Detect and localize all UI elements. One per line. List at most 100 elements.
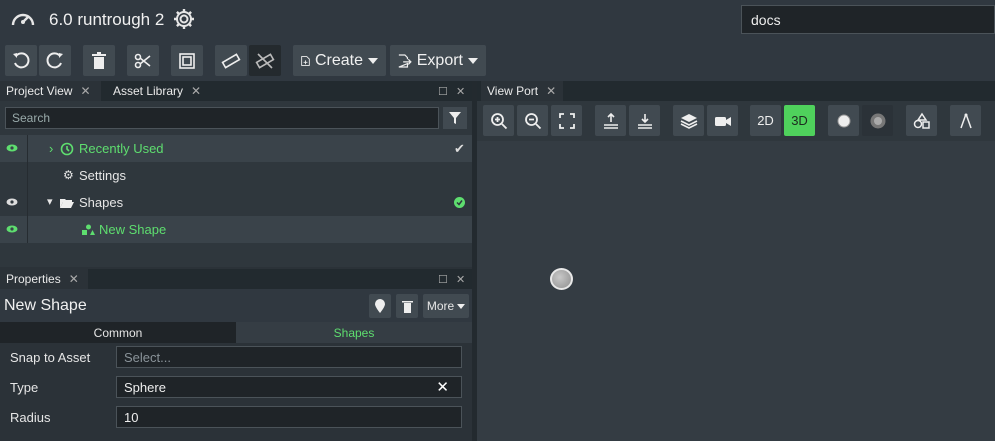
tab-properties[interactable]: Properties ✕: [0, 269, 88, 289]
close-icon[interactable]: ✕: [191, 84, 201, 98]
maximize-icon[interactable]: ☐: [438, 273, 448, 286]
project-panel-tabs: Project View ✕ Asset Library ✕ ☐ ✕: [0, 81, 472, 101]
measure-button[interactable]: [950, 105, 981, 136]
tab-shapes[interactable]: Shapes: [236, 322, 472, 343]
close-icon[interactable]: ✕: [456, 273, 465, 286]
zoom-in-button[interactable]: [483, 105, 514, 136]
ruler-off-button[interactable]: [249, 45, 281, 76]
maximize-icon[interactable]: ☐: [438, 85, 448, 98]
top-bar: 6.0 runtrough 2 docs: [0, 0, 995, 38]
close-icon[interactable]: ✕: [546, 84, 556, 98]
zoom-in-icon: [490, 112, 507, 129]
tab-project-view[interactable]: Project View ✕: [0, 81, 101, 101]
download-icon: [637, 113, 652, 129]
gauge-icon: [11, 13, 35, 26]
tree-item-label: Recently Used: [79, 141, 164, 156]
export-icon: [398, 53, 412, 68]
close-icon[interactable]: ✕: [69, 272, 79, 286]
history-icon: [60, 142, 74, 156]
filter-icon: [449, 112, 461, 124]
check-icon: ✔: [454, 141, 465, 156]
tree-item-shapes[interactable]: ▾ Shapes: [0, 189, 472, 216]
eye-icon[interactable]: [6, 197, 18, 207]
type-label: Type: [10, 380, 39, 395]
chevron-right-icon[interactable]: ›: [49, 141, 53, 156]
tree-item-recently-used[interactable]: › Recently Used ✔: [0, 135, 472, 162]
trash-icon: [401, 300, 413, 313]
undo-button[interactable]: [5, 45, 37, 76]
frame-icon: [179, 52, 195, 69]
properties-panel-tabs: Properties ✕ ☐ ✕: [0, 269, 472, 289]
gear-icon: ⚙: [63, 168, 74, 182]
delete-shape-button[interactable]: [396, 294, 418, 318]
radius-input[interactable]: 10: [116, 406, 462, 428]
filter-button[interactable]: [443, 107, 467, 129]
ruler-button[interactable]: [215, 45, 247, 76]
pin-button[interactable]: [369, 294, 391, 318]
scissors-icon: [134, 53, 151, 68]
tab-view-port[interactable]: View Port ✕: [481, 81, 563, 101]
tree-item-label: Shapes: [79, 195, 124, 210]
delete-button[interactable]: [83, 45, 115, 76]
fit-view-button[interactable]: [551, 105, 582, 136]
viewport-canvas[interactable]: [477, 141, 995, 441]
close-icon[interactable]: ✕: [456, 85, 465, 98]
tree-item-settings[interactable]: ⚙ Settings: [0, 162, 472, 189]
mode-2d-button[interactable]: 2D: [750, 105, 781, 136]
tab-label: View Port: [487, 84, 539, 98]
close-icon[interactable]: ✕: [80, 84, 90, 98]
undo-icon: [13, 51, 30, 68]
raise-button[interactable]: [595, 105, 626, 136]
tab-label: Properties: [6, 272, 61, 286]
lower-button[interactable]: [629, 105, 660, 136]
type-select[interactable]: Sphere ✕: [116, 376, 462, 398]
tree-item-label: Settings: [79, 168, 126, 183]
eye-icon[interactable]: [6, 224, 18, 234]
compass-icon: [959, 113, 972, 128]
project-search-input[interactable]: Search: [5, 107, 439, 129]
properties-subtabs: Common Shapes: [0, 322, 472, 343]
material-solid-button[interactable]: [828, 105, 859, 136]
camera-button[interactable]: [707, 105, 738, 136]
chevron-down-icon: [457, 303, 466, 309]
map-pin-icon: [375, 299, 385, 313]
gear-icon[interactable]: [172, 7, 196, 31]
global-search-input[interactable]: docs: [741, 5, 995, 34]
create-label: Create: [314, 51, 363, 69]
mode-3d-button[interactable]: 3D: [784, 105, 815, 136]
eye-icon[interactable]: [6, 143, 18, 153]
shapes-button[interactable]: [906, 105, 937, 136]
file-plus-icon: [301, 55, 310, 66]
tree-item-new-shape[interactable]: New Shape: [0, 216, 472, 243]
material-textured-button[interactable]: [862, 105, 893, 136]
properties-header: New Shape More: [0, 289, 472, 322]
redo-button[interactable]: [39, 45, 71, 76]
tab-common[interactable]: Common: [0, 322, 236, 343]
properties-title: New Shape: [4, 297, 87, 314]
trash-icon: [92, 51, 106, 69]
close-icon[interactable]: ✕: [436, 378, 449, 396]
frame-button[interactable]: [171, 45, 203, 76]
tab-label: Asset Library: [113, 84, 184, 98]
layers-icon: [680, 113, 697, 129]
properties-panel: New Shape More Common Shapes Snap to Ass…: [0, 289, 472, 441]
more-dropdown[interactable]: More: [423, 294, 469, 318]
upload-icon: [603, 112, 618, 129]
layers-button[interactable]: [673, 105, 704, 136]
type-value: Sphere: [124, 380, 166, 395]
shapes-icon: [82, 224, 95, 235]
cut-button[interactable]: [127, 45, 159, 76]
zoom-out-icon: [524, 112, 541, 129]
tab-asset-library[interactable]: Asset Library ✕: [107, 81, 209, 101]
project-view-panel: Search › Recently Used ✔ ⚙ Settings ▾ Sh…: [0, 101, 472, 267]
fullscreen-icon: [558, 112, 575, 129]
ruler-icon: [221, 52, 241, 69]
chevron-down-icon: [468, 57, 478, 64]
snap-to-asset-select[interactable]: Select...: [116, 346, 462, 368]
zoom-out-button[interactable]: [517, 105, 548, 136]
chevron-down-icon[interactable]: ▾: [47, 195, 53, 208]
sphere-shape[interactable]: [550, 268, 573, 290]
create-dropdown[interactable]: Create: [293, 45, 386, 76]
radius-label: Radius: [10, 410, 51, 425]
export-dropdown[interactable]: Export: [390, 45, 486, 76]
